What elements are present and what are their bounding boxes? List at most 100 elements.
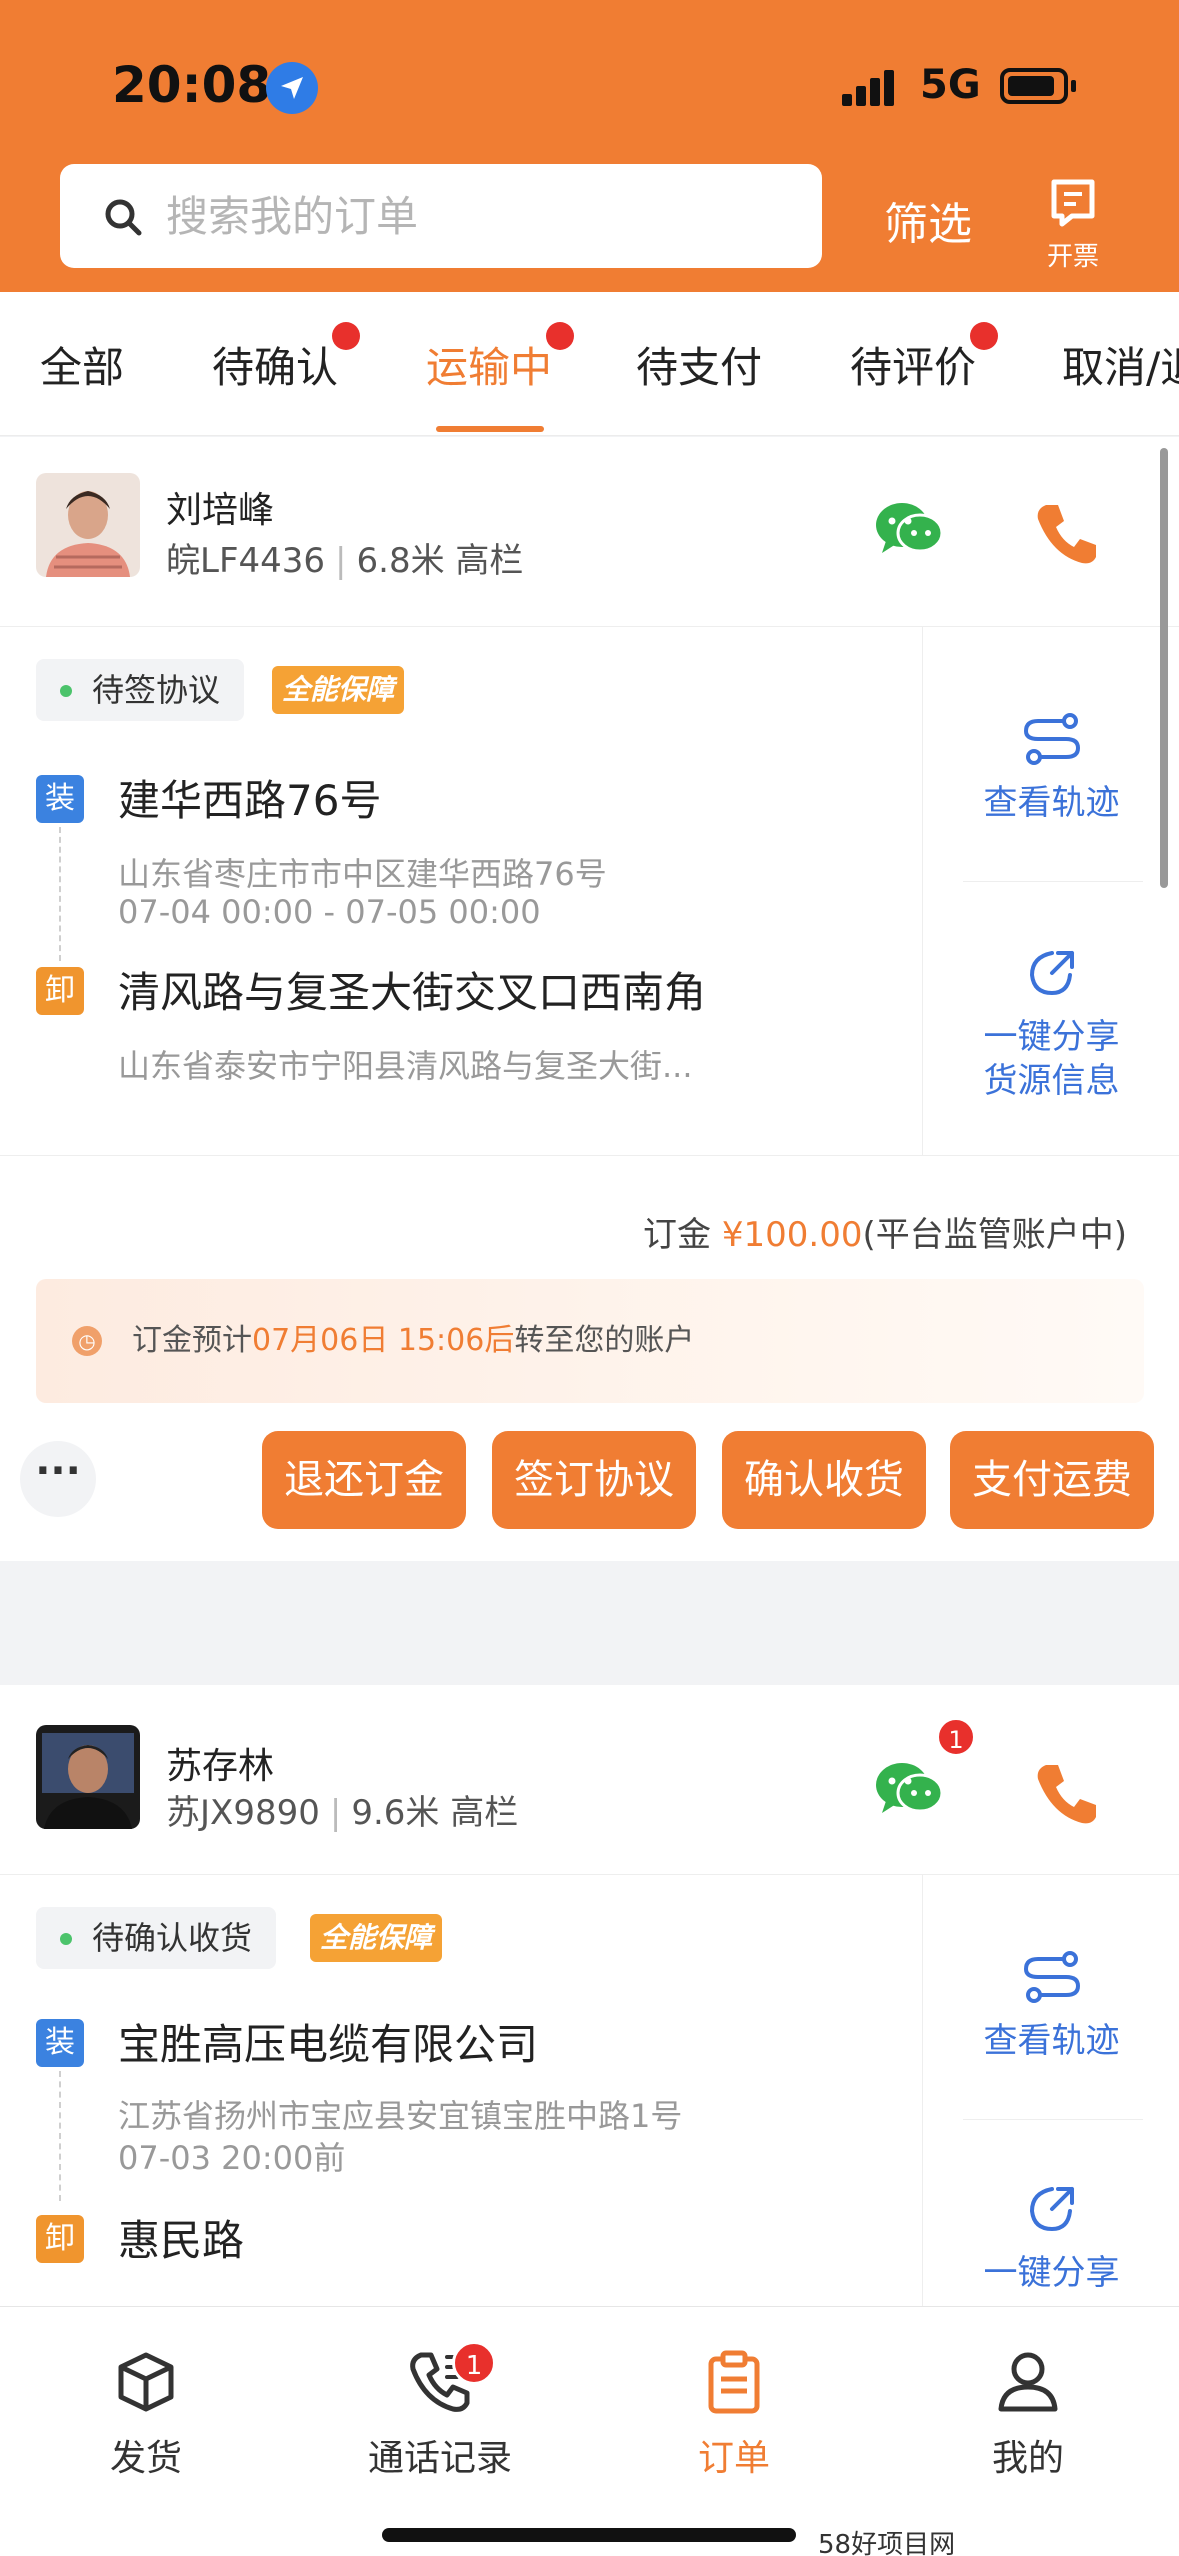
plate-number: 苏JX9890	[166, 1793, 320, 1833]
invoice-button[interactable]: 开票	[1040, 176, 1106, 273]
phone-icon[interactable]	[1032, 1759, 1102, 1829]
driver-row[interactable]: 苏存林 苏JX9890 | 9.6米 高栏 1	[0, 1685, 1179, 1875]
divider	[963, 881, 1143, 882]
tab-label: 待支付	[636, 343, 763, 392]
status-time: 20:08	[112, 56, 272, 114]
order-route-section[interactable]: 待签协议 全能保障 装 建华西路76号 山东省枣庄市市中区建华西路76号 07-…	[0, 627, 1179, 1155]
view-track-label: 查看轨迹	[983, 2021, 1120, 2061]
box-icon	[118, 2352, 174, 2412]
deposit-notice: ◷ 订金预计07月06日 15:06后转至您的账户	[36, 1279, 1144, 1403]
share-label-line2: 货源信息	[983, 1061, 1120, 1101]
notice-time: 07月06日 15:06后	[252, 1323, 515, 1358]
scrollbar[interactable]	[1160, 448, 1168, 888]
order-card: 刘培峰 皖LF4436 | 6.8米 高栏 待签协议 全能保障 装 建华西路76号 …	[0, 437, 1179, 1561]
tab-pending-confirm[interactable]: 待确认	[212, 322, 361, 395]
view-track-button[interactable]: 查看轨迹	[923, 1949, 1179, 2063]
share-cargo-button[interactable]: 一键分享 货源信息	[923, 945, 1179, 1103]
plate-number: 皖LF4436	[166, 541, 326, 581]
wechat-icon[interactable]	[872, 1757, 948, 1821]
load-place-title: 宝胜高压电缆有限公司	[118, 2020, 539, 2069]
driver-avatar	[36, 1725, 140, 1829]
location-arrow-icon	[266, 62, 318, 114]
notification-dot	[332, 322, 361, 350]
deposit-label: 订金	[643, 1215, 712, 1255]
tab-all[interactable]: 全部	[40, 334, 124, 395]
deposit-status: (平台监管账户中)	[862, 1215, 1127, 1255]
order-status-chip: 待确认收货	[36, 1907, 277, 1969]
deposit-info: 订金 ¥100.00(平台监管账户中)	[643, 1207, 1127, 1256]
signal-icon	[842, 70, 902, 106]
nav-profile[interactable]: 我的	[928, 2349, 1128, 2481]
header: 20:08 5G 筛选 开票	[0, 0, 1179, 292]
pay-freight-button[interactable]: 支付运费	[950, 1431, 1154, 1529]
wechat-icon[interactable]	[872, 497, 948, 561]
unload-place-title: 惠民路	[118, 2216, 245, 2265]
driver-name: 刘培峰	[166, 490, 275, 531]
share-label-line1: 一键分享	[983, 1017, 1120, 1057]
vehicle-info: 苏JX9890 | 9.6米 高栏	[166, 1785, 518, 1834]
driver-row[interactable]: 刘培峰 皖LF4436 | 6.8米 高栏	[0, 437, 1179, 627]
refund-deposit-button[interactable]: 退还订金	[262, 1431, 466, 1529]
search-bar[interactable]	[60, 164, 822, 268]
order-route-section[interactable]: 待确认收货 全能保障 装 宝胜高压电缆有限公司 江苏省扬州市宝应县安宜镇宝胜中路…	[0, 1875, 1179, 2307]
tab-cancelled[interactable]: 取消/退	[1062, 334, 1179, 395]
load-place-title: 建华西路76号	[118, 776, 382, 825]
invoice-icon	[1051, 179, 1095, 227]
nav-label: 我的	[991, 2438, 1064, 2479]
more-options-button[interactable]: ···	[20, 1441, 96, 1517]
notice-suffix: 转至您的账户	[514, 1323, 695, 1358]
notification-dot	[970, 322, 999, 350]
share-cargo-button[interactable]: 一键分享	[923, 2181, 1179, 2295]
order-status-tabs: 全部 待确认 运输中 待支付 待评价 取消/退	[0, 292, 1179, 436]
nav-label: 订单	[697, 2438, 770, 2479]
filter-button[interactable]: 筛选	[884, 188, 972, 252]
bottom-navigation: 发货 通话记录 1 订单 我的	[0, 2306, 1179, 2556]
divider	[0, 1155, 1179, 1156]
search-input[interactable]	[166, 184, 786, 248]
clock-icon: ◷	[72, 1326, 102, 1356]
tab-label: 取消/退	[1062, 343, 1179, 392]
tab-pending-payment[interactable]: 待支付	[636, 334, 762, 395]
separator: |	[329, 1793, 342, 1833]
unload-place-title: 清风路与复圣大街交叉口西南角	[118, 968, 707, 1017]
guarantee-badge: 全能保障	[272, 666, 405, 714]
nav-orders[interactable]: 订单	[634, 2349, 834, 2481]
route-line	[59, 827, 61, 961]
share-icon	[1029, 951, 1074, 996]
clipboard-icon	[708, 2350, 760, 2414]
load-tag: 装	[36, 2019, 84, 2067]
view-track-label: 查看轨迹	[983, 783, 1120, 823]
tab-in-transit[interactable]: 运输中	[426, 322, 575, 395]
guarantee-badge: 全能保障	[310, 1914, 443, 1962]
route-icon	[1023, 1951, 1080, 2003]
route-line	[59, 2071, 61, 2201]
nav-label: 发货	[109, 2438, 182, 2479]
notification-dot	[546, 322, 575, 350]
home-indicator[interactable]	[382, 2528, 796, 2542]
load-tag: 装	[36, 775, 84, 823]
nav-ship[interactable]: 发货	[46, 2349, 246, 2481]
call-log-badge: 1	[452, 2341, 496, 2385]
tab-label: 运输中	[426, 343, 553, 392]
load-time: 07-04 00:00 - 07-05 00:00	[118, 893, 541, 931]
tab-label: 待确认	[212, 343, 339, 392]
person-icon	[998, 2352, 1058, 2412]
share-label-line1: 一键分享	[983, 2253, 1120, 2293]
confirm-receipt-button[interactable]: 确认收货	[722, 1431, 926, 1529]
active-tab-indicator	[436, 426, 544, 432]
unload-address: 山东省泰安市宁阳县清风路与复圣大街...	[118, 1047, 693, 1085]
notice-prefix: 订金预计	[132, 1323, 252, 1358]
order-side-actions: 查看轨迹 一键分享 货源信息	[922, 627, 1179, 1155]
tab-pending-review[interactable]: 待评价	[850, 322, 999, 395]
nav-label: 通话记录	[367, 2438, 512, 2479]
tab-label: 待评价	[850, 343, 977, 392]
deposit-amount: ¥100.00	[721, 1215, 863, 1255]
nav-call-log[interactable]: 通话记录 1	[340, 2341, 540, 2481]
phone-icon[interactable]	[1032, 499, 1102, 569]
route-icon	[1023, 713, 1080, 765]
view-track-button[interactable]: 查看轨迹	[923, 711, 1179, 825]
sign-agreement-button[interactable]: 签订协议	[492, 1431, 696, 1529]
divider	[963, 2119, 1143, 2120]
order-card: 苏存林 苏JX9890 | 9.6米 高栏 1 待确认收货 全能保障 装 宝胜高压电…	[0, 1685, 1179, 2307]
load-address: 江苏省扬州市宝应县安宜镇宝胜中路1号	[118, 2097, 683, 2135]
